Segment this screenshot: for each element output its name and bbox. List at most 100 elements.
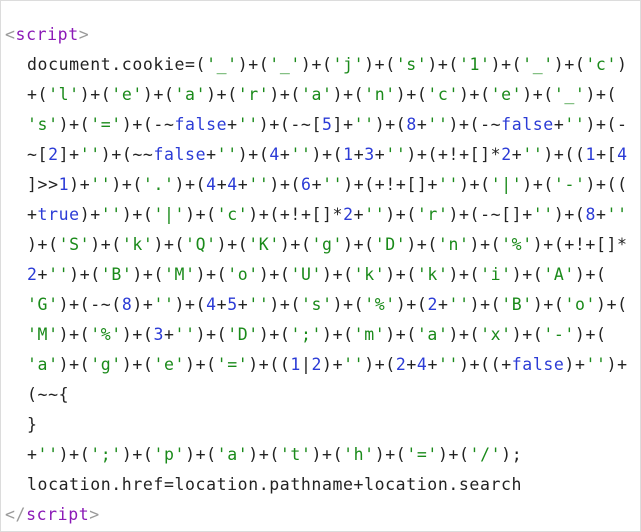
code-token: + xyxy=(437,295,449,314)
code-token: + xyxy=(311,175,323,194)
code-token: )+(-~[ xyxy=(258,115,322,134)
string-token: 'D' xyxy=(374,235,407,254)
string-token: 'G' xyxy=(27,295,59,314)
string-token: '_' xyxy=(553,85,586,104)
string-token: '_' xyxy=(269,55,301,74)
number-token: 8 xyxy=(121,295,133,314)
string-token: 's' xyxy=(395,55,428,74)
code-token: )+( xyxy=(459,175,491,194)
code-token: )+( xyxy=(511,325,544,344)
code-token: )+( xyxy=(374,445,407,464)
string-token: 's' xyxy=(27,115,59,134)
code-token: )+( xyxy=(185,205,217,224)
code-token: )+( xyxy=(121,205,154,224)
code-token: )+( xyxy=(437,445,470,464)
code-token: )+(-~ xyxy=(121,115,175,134)
string-token: 'g' xyxy=(311,235,344,254)
string-token: 'a' xyxy=(174,85,207,104)
code-token: )+( xyxy=(258,265,291,284)
code-token: )+( xyxy=(58,115,91,134)
code-token: )+(( xyxy=(248,355,291,374)
code-line: ]>>1)+'')+('.')+(4+4+'')+(6+'')+(+!+[]+'… xyxy=(27,175,635,205)
code-token: ]+ xyxy=(332,115,354,134)
string-token: 'M' xyxy=(27,325,59,344)
code-token: + xyxy=(37,265,49,284)
code-token: )+( xyxy=(216,235,249,254)
code-token: } xyxy=(27,415,38,434)
number-token: 2 xyxy=(27,265,38,284)
keyword-token: false xyxy=(174,115,228,134)
code-token: )+( xyxy=(585,85,618,104)
number-token: 2 xyxy=(427,295,438,314)
code-token: )+ xyxy=(79,205,101,224)
number-token: 5 xyxy=(322,115,333,134)
code-token: +[ xyxy=(596,145,618,164)
code-token: )+( xyxy=(153,235,186,254)
string-token: '|' xyxy=(153,205,186,224)
tag-bracket-open: </ xyxy=(5,505,27,524)
string-token: 'k' xyxy=(416,265,449,284)
code-token: )+( xyxy=(27,235,59,254)
code-token: )+( xyxy=(385,265,417,284)
code-token: )+( xyxy=(596,295,628,314)
code-token: ); xyxy=(501,445,523,464)
code-token: )+ xyxy=(606,355,628,374)
code-token: )+( xyxy=(553,55,586,74)
number-token: 1 xyxy=(58,175,70,194)
code-token: + xyxy=(427,355,438,374)
code-token: )+(~~ xyxy=(100,145,154,164)
string-token: '' xyxy=(448,295,470,314)
string-token: 'e' xyxy=(153,355,186,374)
code-token: )+( xyxy=(459,85,491,104)
code-token: )+((+ xyxy=(459,355,512,374)
string-token: '' xyxy=(427,115,449,134)
code-token: )+( xyxy=(269,295,301,314)
string-token: '-' xyxy=(543,325,575,344)
code-token: )+( xyxy=(132,265,164,284)
string-token: '' xyxy=(100,205,122,224)
string-token: '%' xyxy=(364,295,396,314)
string-token: ';' xyxy=(90,445,122,464)
string-token: 'o' xyxy=(564,295,597,314)
code-token: )+( xyxy=(79,85,112,104)
code-token: )+ xyxy=(322,355,344,374)
code-token: )+( xyxy=(395,85,428,104)
number-token: 8 xyxy=(406,115,417,134)
code-token: ) xyxy=(617,55,628,74)
code-token: + xyxy=(216,175,228,194)
code-token: )+( xyxy=(206,85,238,104)
string-token: 'c' xyxy=(427,85,459,104)
code-token: )+( xyxy=(90,235,122,254)
string-token: '' xyxy=(438,175,460,194)
string-token: '' xyxy=(606,205,628,224)
code-token: )+( xyxy=(269,175,302,194)
string-token: '%' xyxy=(501,235,533,254)
code-token: )+( xyxy=(311,145,344,164)
number-token: 5 xyxy=(227,295,238,314)
string-token: 'j' xyxy=(332,55,365,74)
code-token: )+( xyxy=(490,55,523,74)
code-token: +( xyxy=(27,85,49,104)
number-token: 4 xyxy=(416,355,428,374)
code-token: )+( xyxy=(364,55,396,74)
code-token: )+( xyxy=(343,235,375,254)
code-token: )+(-~[]+ xyxy=(448,205,533,224)
string-token: 'r' xyxy=(416,205,449,224)
code-line: +'')+(';')+('p')+('a')+('t')+('h')+('=')… xyxy=(27,445,635,475)
string-token: 'e' xyxy=(111,85,143,104)
script-code-block: document.cookie=('_')+('_')+('j')+('s')+… xyxy=(27,55,635,505)
code-token: )+( xyxy=(364,355,396,374)
string-token: '.' xyxy=(142,175,175,194)
code-token: )+ xyxy=(132,295,154,314)
string-token: 'g' xyxy=(90,355,122,374)
keyword-token: false xyxy=(511,355,565,374)
code-token: )+( xyxy=(121,445,154,464)
tag-bracket-close: > xyxy=(89,505,100,524)
code-token: )+( xyxy=(279,235,312,254)
string-token: 'a' xyxy=(300,85,333,104)
code-token: + xyxy=(353,145,365,164)
code-token: ]+ xyxy=(58,145,80,164)
code-token: + xyxy=(216,295,228,314)
code-token: + xyxy=(279,145,291,164)
string-token: 'K' xyxy=(248,235,280,254)
